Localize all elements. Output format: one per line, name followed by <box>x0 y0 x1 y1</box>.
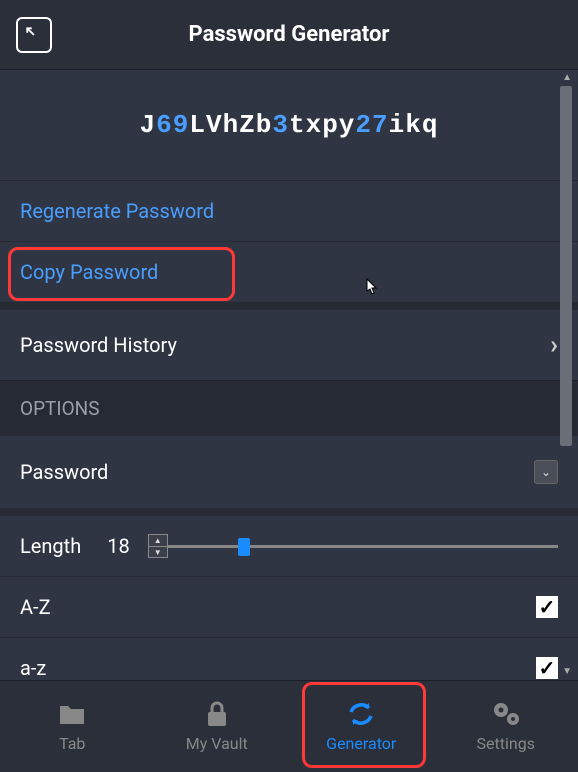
lowercase-checkbox[interactable]: ✓ <box>536 657 558 679</box>
uppercase-row: A-Z ✓ <box>0 576 578 637</box>
nav-tab[interactable]: Tab <box>0 681 145 772</box>
lock-icon <box>202 700 232 728</box>
uppercase-checkbox[interactable]: ✓ <box>536 596 558 618</box>
password-display: J69LVhZb3txpy27ikq <box>0 70 578 180</box>
copy-button[interactable]: Copy Password <box>0 241 578 302</box>
type-select-row[interactable]: Password ⌄ <box>0 436 578 508</box>
bottom-nav: Tab My Vault Generator Settings <box>0 680 578 772</box>
type-select[interactable]: Password <box>20 454 534 490</box>
stepper-down-icon[interactable]: ▼ <box>149 547 167 558</box>
length-row: Length 18 ▲ ▼ <box>0 508 578 576</box>
chevron-down-icon[interactable]: ⌄ <box>534 460 558 484</box>
nav-vault[interactable]: My Vault <box>145 681 290 772</box>
stepper-up-icon[interactable]: ▲ <box>149 535 167 547</box>
page-title: Password Generator <box>16 22 562 47</box>
length-label: Length <box>20 534 81 558</box>
length-stepper[interactable]: ▲ ▼ <box>148 534 168 558</box>
regenerate-button[interactable]: Regenerate Password <box>0 180 578 241</box>
length-value: 18 <box>107 534 129 558</box>
password-history-button[interactable]: Password History › <box>0 302 578 380</box>
history-label: Password History <box>20 333 177 357</box>
length-slider[interactable] <box>168 536 558 556</box>
lowercase-label: a-z <box>20 656 46 680</box>
uppercase-label: A-Z <box>20 595 51 619</box>
lowercase-row: a-z ✓ <box>0 637 578 680</box>
refresh-icon <box>346 700 376 728</box>
folder-icon <box>57 700 87 728</box>
scrollbar-down-icon[interactable]: ▼ <box>562 666 572 677</box>
nav-generator[interactable]: Generator <box>289 681 434 772</box>
options-header: OPTIONS <box>0 380 578 436</box>
scrollbar[interactable] <box>560 86 572 446</box>
content-area: J69LVhZb3txpy27ikq Regenerate Password C… <box>0 70 578 680</box>
slider-thumb[interactable] <box>238 538 250 556</box>
nav-settings[interactable]: Settings <box>434 681 578 772</box>
scrollbar-up-icon[interactable]: ▲ <box>562 72 572 83</box>
chevron-right-icon: › <box>550 330 558 360</box>
gears-icon <box>491 700 521 728</box>
